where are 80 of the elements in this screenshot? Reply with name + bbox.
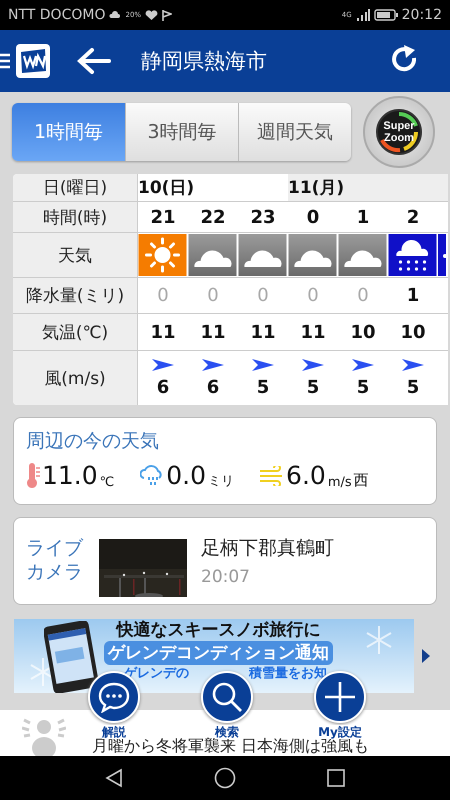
camera-time: 20:07 bbox=[201, 567, 251, 587]
row-label: 時間(時) bbox=[13, 202, 138, 232]
temperature-unit: ℃ bbox=[100, 475, 114, 490]
banner-headline: 快適なスキースノボ旅行に bbox=[116, 619, 320, 641]
table-cell-text: 0 bbox=[306, 206, 320, 230]
camera-location: 足柄下郡真鶴町 bbox=[201, 536, 334, 561]
wind-speed: 5 bbox=[356, 376, 370, 398]
rainfall-unit: ミリ bbox=[208, 473, 234, 490]
row-label: 風(m/s) bbox=[13, 351, 138, 405]
wind-speed: 5 bbox=[406, 376, 420, 398]
rain-cloud-icon bbox=[140, 465, 164, 487]
flag-icon bbox=[162, 10, 172, 20]
date-cell: 11(月) bbox=[288, 174, 448, 201]
table-cell-text: 0 bbox=[356, 284, 370, 308]
table-cell-text: 0 bbox=[156, 284, 170, 308]
table-cell-text: 0 bbox=[306, 284, 320, 308]
wind-unit: m/s bbox=[328, 475, 352, 490]
tab[interactable]: 週間天気 bbox=[238, 102, 351, 160]
next-arrow-icon[interactable] bbox=[422, 649, 430, 663]
table-cell-text: 11 bbox=[149, 320, 177, 344]
snowman-icon bbox=[22, 716, 66, 756]
back-icon[interactable] bbox=[104, 768, 124, 788]
row-label: 日(曜日) bbox=[13, 174, 138, 201]
screen-title: 静岡県熱海市 bbox=[141, 48, 268, 75]
wind-direction-icon bbox=[152, 358, 174, 370]
wind-direction-icon bbox=[202, 358, 224, 370]
button-label[interactable]: My設定 bbox=[318, 725, 362, 739]
table-cell-text: 10 bbox=[349, 320, 377, 344]
wind-direction-icon bbox=[352, 358, 374, 370]
table-cell-text: 11 bbox=[199, 320, 227, 344]
clock: 20:12 bbox=[402, 7, 442, 23]
live-camera-card[interactable]: ライブカメラ 足柄下郡真鶴町 20:07 bbox=[13, 517, 437, 605]
signal-icon bbox=[356, 9, 370, 21]
table-cell-text: 22 bbox=[199, 206, 227, 230]
super-zoom-button[interactable]: Super Zoom bbox=[363, 96, 435, 168]
rainfall-value: 0.0 bbox=[166, 462, 206, 490]
temperature-value: 11.0 bbox=[42, 462, 98, 490]
table-cell-text: 21 bbox=[149, 206, 177, 230]
row-label: 降水量(ミリ) bbox=[13, 278, 138, 313]
wind-icon bbox=[260, 466, 284, 486]
button-label[interactable]: 解説 bbox=[102, 725, 126, 739]
wind-speed: 6 bbox=[206, 376, 220, 398]
wind-direction: 西 bbox=[354, 471, 369, 490]
row-label: 天気 bbox=[13, 233, 138, 277]
table-cell-text: 0 bbox=[256, 284, 270, 308]
heart-icon bbox=[145, 10, 158, 20]
wind-speed: 6 bbox=[156, 376, 170, 398]
table-cell-text: 1 bbox=[406, 284, 420, 308]
table-cell-text: 1 bbox=[356, 206, 370, 230]
table-cell-text: 23 bbox=[249, 206, 277, 230]
table-cell-text: 2 bbox=[406, 206, 420, 230]
recent-apps-icon[interactable] bbox=[326, 768, 346, 788]
chat-icon bbox=[97, 681, 131, 713]
plus-icon bbox=[323, 680, 357, 714]
thermometer-icon bbox=[26, 463, 40, 489]
search-icon bbox=[210, 680, 244, 714]
back-arrow-icon[interactable] bbox=[77, 47, 111, 75]
snowflake-icon bbox=[364, 625, 394, 655]
wind-speed: 5 bbox=[256, 376, 270, 398]
wind-direction-icon bbox=[302, 358, 324, 370]
carrier-name: NTT DOCOMO bbox=[8, 7, 106, 23]
banner-subtitle: ゲレンデコンディション通知 bbox=[104, 641, 333, 665]
card-title: ライブカメラ bbox=[26, 537, 83, 585]
table-cell-text: 11 bbox=[299, 320, 327, 344]
tab[interactable]: 3時間毎 bbox=[125, 102, 238, 160]
app-logo-icon[interactable] bbox=[16, 44, 50, 78]
cloud-icon bbox=[109, 10, 122, 20]
card-title: 周辺の今の天気 bbox=[26, 429, 160, 454]
table-cell-text: 11 bbox=[249, 320, 277, 344]
wind-direction-icon bbox=[402, 358, 424, 370]
home-icon[interactable] bbox=[214, 767, 236, 789]
table-cell-text: 0 bbox=[206, 284, 220, 308]
menu-icon[interactable] bbox=[0, 52, 10, 70]
wind-direction-icon bbox=[252, 358, 274, 370]
button-label[interactable]: 検索 bbox=[215, 725, 239, 739]
row-label: 気温(℃) bbox=[13, 314, 138, 350]
table-cell-text: 10 bbox=[399, 320, 427, 344]
wind-value: 6.0 bbox=[286, 462, 326, 490]
battery-icon bbox=[374, 9, 398, 21]
wind-speed: 5 bbox=[306, 376, 320, 398]
